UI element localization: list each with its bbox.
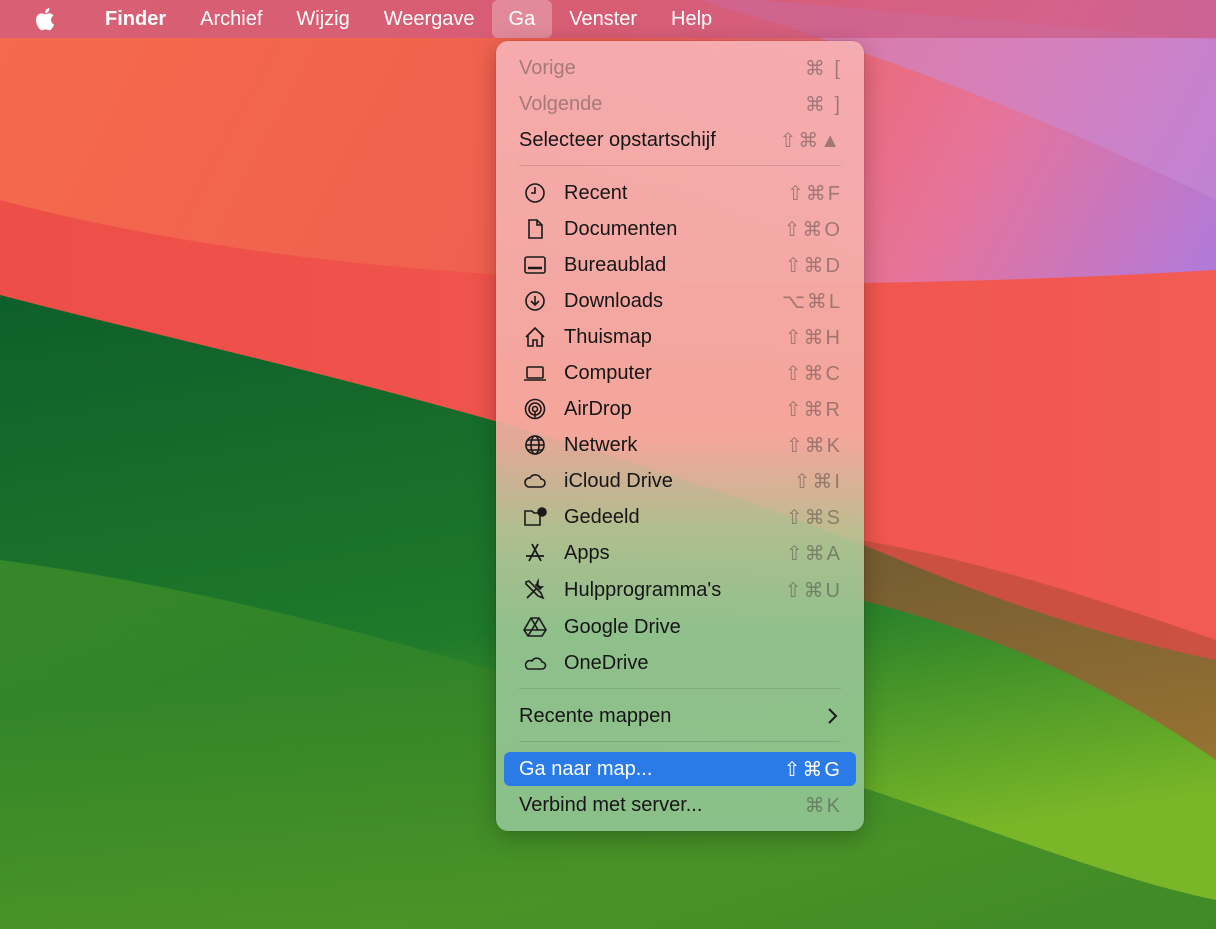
menu-archief[interactable]: Archief bbox=[183, 0, 279, 38]
cloud-icon bbox=[522, 650, 548, 676]
menu-venster[interactable]: Venster bbox=[552, 0, 654, 38]
menu-item-label: Thuismap bbox=[564, 325, 652, 348]
menu-item-airdrop[interactable]: AirDrop ⇧⌘R bbox=[504, 392, 856, 426]
menu-separator bbox=[519, 688, 841, 689]
document-icon bbox=[522, 216, 548, 242]
menu-item-apps[interactable]: Apps ⇧⌘A bbox=[504, 536, 856, 570]
shortcut: ⇧⌘R bbox=[784, 398, 842, 421]
menu-item-label: Downloads bbox=[564, 289, 663, 312]
shortcut: ⇧⌘C bbox=[784, 362, 842, 385]
shortcut: ⌘K bbox=[804, 794, 842, 817]
shortcut: ⇧⌘I bbox=[793, 470, 842, 493]
clock-icon bbox=[522, 180, 548, 206]
home-icon bbox=[522, 324, 548, 350]
chevron-right-icon bbox=[828, 708, 838, 724]
shortcut: ⇧⌘▲ bbox=[779, 129, 842, 152]
menu-item-label: Vorige bbox=[519, 56, 576, 79]
shortcut: ⇧⌘D bbox=[784, 254, 842, 277]
menu-item-netwerk[interactable]: Netwerk ⇧⌘K bbox=[504, 428, 856, 462]
menu-item-gedeeld[interactable]: Gedeeld ⇧⌘S bbox=[504, 500, 856, 534]
shortcut: ⇧⌘K bbox=[785, 434, 842, 457]
shortcut: ⇧⌘U bbox=[784, 579, 842, 602]
cloud-icon bbox=[522, 468, 548, 494]
menu-item-thuismap[interactable]: Thuismap ⇧⌘H bbox=[504, 320, 856, 354]
shortcut: ⇧⌘G bbox=[783, 758, 842, 781]
menu-item-label: Recent bbox=[564, 181, 628, 204]
menu-item-icloud-drive[interactable]: iCloud Drive ⇧⌘I bbox=[504, 464, 856, 498]
tools-icon bbox=[522, 577, 548, 603]
menu-item-bureaublad[interactable]: Bureaublad ⇧⌘D bbox=[504, 248, 856, 282]
shortcut: ⌘ ] bbox=[804, 93, 842, 116]
menu-ga[interactable]: Ga bbox=[491, 0, 553, 38]
globe-icon bbox=[522, 432, 548, 458]
menu-item-label: OneDrive bbox=[564, 651, 649, 674]
menu-item-selecteer-opstartschijf[interactable]: Selecteer opstartschijf ⇧⌘▲ bbox=[504, 123, 856, 157]
go-menu-dropdown: Vorige ⌘ [ Volgende ⌘ ] Selecteer opstar… bbox=[496, 41, 864, 831]
menu-bar: Finder Archief Wijzig Weergave Ga Venste… bbox=[0, 0, 1216, 38]
menu-item-recent[interactable]: Recent ⇧⌘F bbox=[504, 176, 856, 210]
menu-item-verbind-met-server[interactable]: Verbind met server... ⌘K bbox=[504, 788, 856, 822]
shortcut: ⇧⌘A bbox=[785, 542, 842, 565]
menu-item-label: Volgende bbox=[519, 92, 603, 115]
shortcut: ⇧⌘H bbox=[784, 326, 842, 349]
download-icon bbox=[522, 288, 548, 314]
menu-item-label: Gedeeld bbox=[564, 505, 640, 528]
menu-help[interactable]: Help bbox=[654, 0, 729, 38]
menu-item-volgende[interactable]: Volgende ⌘ ] bbox=[504, 87, 856, 121]
apple-logo-icon[interactable] bbox=[30, 5, 58, 33]
menu-item-label: Netwerk bbox=[564, 433, 638, 456]
menu-separator bbox=[519, 741, 841, 742]
menu-finder[interactable]: Finder bbox=[88, 0, 183, 38]
shortcut: ⌥⌘L bbox=[781, 290, 842, 313]
shortcut: ⌘ [ bbox=[804, 57, 842, 80]
menu-item-label: Recente mappen bbox=[519, 704, 672, 727]
menu-item-downloads[interactable]: Downloads ⌥⌘L bbox=[504, 284, 856, 318]
menu-item-ga-naar-map[interactable]: Ga naar map... ⇧⌘G bbox=[504, 752, 856, 786]
menu-item-recente-mappen[interactable]: Recente mappen bbox=[504, 699, 856, 733]
menu-item-label: Hulpprogramma's bbox=[564, 578, 722, 601]
desktop-icon bbox=[522, 252, 548, 278]
menu-item-label: Apps bbox=[564, 541, 610, 564]
menu-weergave[interactable]: Weergave bbox=[367, 0, 492, 38]
menu-item-label: Google Drive bbox=[564, 615, 681, 638]
menu-item-label: Verbind met server... bbox=[519, 793, 703, 816]
menu-item-label: Bureaublad bbox=[564, 253, 667, 276]
menu-item-onedrive[interactable]: OneDrive bbox=[504, 646, 856, 680]
menu-item-google-drive[interactable]: Google Drive bbox=[504, 610, 856, 644]
laptop-icon bbox=[522, 360, 548, 386]
menu-wijzig[interactable]: Wijzig bbox=[279, 0, 366, 38]
shortcut: ⇧⌘S bbox=[785, 506, 842, 529]
apps-icon bbox=[522, 540, 548, 566]
menu-item-label: Ga naar map... bbox=[519, 757, 653, 780]
menu-item-hulpprogrammas[interactable]: Hulpprogramma's ⇧⌘U bbox=[504, 573, 856, 607]
menu-item-label: iCloud Drive bbox=[564, 469, 673, 492]
menu-separator bbox=[519, 165, 841, 166]
menu-item-label: Computer bbox=[564, 361, 652, 384]
google-drive-icon bbox=[522, 614, 548, 640]
menu-item-documenten[interactable]: Documenten ⇧⌘O bbox=[504, 212, 856, 246]
menu-item-computer[interactable]: Computer ⇧⌘C bbox=[504, 356, 856, 390]
shared-folder-icon bbox=[522, 504, 548, 530]
menu-item-vorige[interactable]: Vorige ⌘ [ bbox=[504, 51, 856, 85]
menu-item-label: Selecteer opstartschijf bbox=[519, 128, 716, 151]
shortcut: ⇧⌘F bbox=[787, 182, 842, 205]
shortcut: ⇧⌘O bbox=[783, 218, 842, 241]
menu-item-label: AirDrop bbox=[564, 397, 632, 420]
menu-item-label: Documenten bbox=[564, 217, 678, 240]
airdrop-icon bbox=[522, 396, 548, 422]
